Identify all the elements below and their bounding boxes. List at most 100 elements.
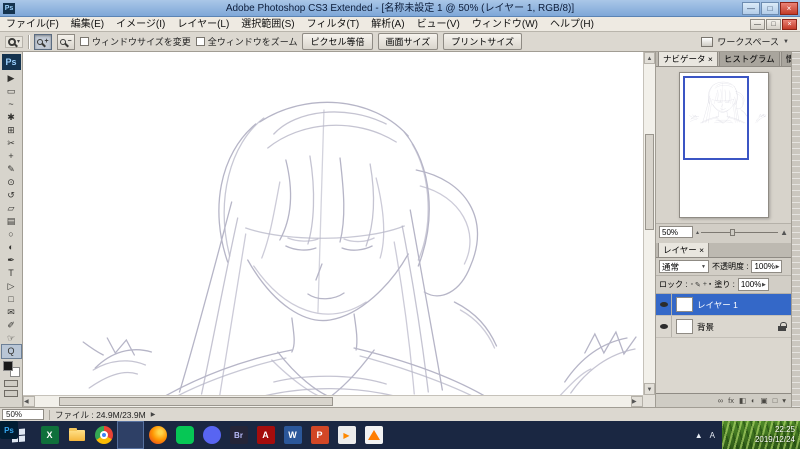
taskbar-excel[interactable]: X (36, 421, 63, 449)
horizontal-scrollbar[interactable]: ◀ ▶ (23, 395, 643, 407)
zoom-tool[interactable]: Q (0, 344, 22, 359)
resize-windows-checkbox[interactable]: ウィンドウサイズを変更 (80, 35, 191, 48)
dock-collapse-strip[interactable] (791, 52, 800, 407)
ime-indicator[interactable]: A (710, 431, 715, 440)
doc-minimize-button[interactable]: — (750, 18, 765, 30)
taskbar-vlc[interactable] (360, 421, 387, 449)
zoom-in-button[interactable]: + (34, 33, 53, 50)
layer-group-icon[interactable]: ▣ (761, 396, 768, 405)
current-tool-dropdown[interactable]: ▾ (5, 35, 24, 48)
scroll-right-arrow[interactable]: ▶ (631, 396, 643, 407)
slider-rail[interactable] (701, 228, 779, 236)
navigator-view-box[interactable] (682, 76, 749, 160)
lock-all-icon[interactable]: ▪ (709, 281, 711, 289)
move-tool[interactable]: ▶ (2, 72, 21, 85)
hand-tool[interactable]: ☞ (2, 332, 21, 345)
menu-select[interactable]: 選択範囲(S) (235, 17, 300, 32)
eyedropper-tool[interactable]: ✐ (2, 319, 21, 332)
navigator-zoom-slider[interactable]: ▴ ▲ (696, 228, 788, 237)
scroll-left-arrow[interactable]: ◀ (23, 396, 35, 407)
layer-name[interactable]: 背景 (697, 321, 778, 333)
workspace-button[interactable]: ワークスペース ▼ (701, 35, 789, 48)
taskbar-discord[interactable] (198, 421, 225, 449)
sketch-drawing[interactable] (23, 52, 643, 395)
menu-view[interactable]: ビュー(V) (411, 17, 466, 32)
close-button[interactable]: × (780, 1, 798, 15)
gradient-tool[interactable]: ▤ (2, 215, 21, 228)
vertical-scroll-thumb[interactable] (645, 134, 654, 230)
visibility-cell[interactable] (656, 294, 672, 315)
horizontal-scroll-track[interactable] (35, 396, 631, 407)
fit-screen-button[interactable]: 画面サイズ (377, 33, 439, 50)
layer-row-layer1[interactable]: レイヤー 1 (656, 294, 791, 316)
layer-thumbnail[interactable] (676, 297, 693, 312)
taskbar-firefox[interactable] (144, 421, 171, 449)
eye-icon[interactable] (659, 302, 668, 307)
type-tool[interactable]: T (2, 267, 21, 280)
zoom-in-large-icon[interactable]: ▲ (780, 228, 788, 237)
navigator-zoom-field[interactable]: 50% (659, 226, 693, 238)
menu-help[interactable]: ヘルプ(H) (544, 17, 600, 32)
tab-layers[interactable]: レイヤー × (658, 243, 710, 257)
link-layers-icon[interactable]: ∞ (718, 396, 723, 405)
foreground-color-swatch[interactable] (2, 361, 13, 371)
menu-filter[interactable]: フィルタ(T) (301, 17, 366, 32)
vertical-scroll-track[interactable] (644, 64, 655, 383)
taskbar-acrobat[interactable]: A (252, 421, 279, 449)
eye-icon[interactable] (659, 324, 668, 329)
blur-tool[interactable]: ○ (2, 228, 21, 241)
vertical-scrollbar[interactable]: ▲ ▼ (643, 52, 655, 395)
taskbar-file-explorer[interactable] (63, 421, 90, 449)
title-bar[interactable]: Ps Adobe Photoshop CS3 Extended - [名称未設定… (0, 0, 800, 17)
actual-pixels-button[interactable]: ピクセル等倍 (302, 33, 373, 50)
layer-thumbnail[interactable] (676, 319, 693, 334)
zoom-out-small-icon[interactable]: ▴ (696, 229, 699, 236)
doc-restore-button[interactable]: □ (766, 18, 781, 30)
show-hidden-icons[interactable]: ▲ (695, 431, 703, 440)
notes-tool[interactable]: ✉ (2, 306, 21, 319)
layer-name[interactable]: レイヤー 1 (697, 299, 791, 311)
taskbar-media-player[interactable]: ▶ (333, 421, 360, 449)
taskbar-chrome[interactable] (90, 421, 117, 449)
clone-stamp-tool[interactable]: ⊙ (2, 176, 21, 189)
navigator-thumbnail[interactable] (678, 72, 769, 218)
history-brush-tool[interactable]: ↺ (2, 189, 21, 202)
menu-file[interactable]: ファイル(F) (0, 17, 65, 32)
shape-tool[interactable]: □ (2, 293, 21, 306)
blend-mode-select[interactable]: 通常 ▼ (659, 260, 709, 273)
healing-brush-tool[interactable]: + (2, 150, 21, 163)
pen-tool[interactable]: ✒ (2, 254, 21, 267)
scroll-down-arrow[interactable]: ▼ (644, 383, 655, 395)
adjustment-layer-icon[interactable]: ◐ (751, 396, 756, 405)
lasso-tool[interactable]: ~ (2, 98, 21, 111)
lock-position-icon[interactable]: + (703, 281, 707, 289)
opacity-field[interactable]: 100% ▶ (751, 260, 783, 273)
taskbar-powerpoint[interactable]: P (306, 421, 333, 449)
brush-tool[interactable]: ✎ (2, 163, 21, 176)
taskbar-photoshop[interactable]: Ps (0, 421, 144, 449)
taskbar-word[interactable]: W (279, 421, 306, 449)
lock-pixels-icon[interactable]: ✎ (695, 281, 701, 289)
menu-layer[interactable]: レイヤー(L) (171, 17, 235, 32)
crop-tool[interactable]: ⊞ (2, 124, 21, 137)
tab-navigator[interactable]: ナビゲータ × (658, 52, 718, 66)
status-expand-arrow[interactable]: ▶ (151, 411, 156, 418)
document-canvas[interactable]: ▲ ▼ ◀ ▶ (23, 52, 655, 407)
dodge-tool[interactable]: ◐ (2, 241, 21, 254)
tab-info[interactable]: 情報 (780, 52, 791, 66)
slice-tool[interactable]: ✂ (2, 137, 21, 150)
zoom-out-button[interactable]: − (57, 33, 76, 50)
maximize-button[interactable]: □ (761, 1, 779, 15)
print-size-button[interactable]: プリントサイズ (443, 33, 522, 50)
menu-analysis[interactable]: 解析(A) (365, 17, 410, 32)
doc-close-button[interactable]: × (782, 18, 797, 30)
new-layer-icon[interactable]: □ (773, 396, 778, 405)
quick-mask-button[interactable] (4, 380, 18, 387)
status-zoom-field[interactable]: 50% (2, 409, 44, 420)
slider-knob[interactable] (730, 228, 736, 236)
tab-histogram[interactable]: ヒストグラム (718, 52, 780, 66)
taskbar-line[interactable] (171, 421, 198, 449)
path-selection-tool[interactable]: ▷ (2, 280, 21, 293)
eraser-tool[interactable]: ▱ (2, 202, 21, 215)
zoom-all-windows-checkbox[interactable]: 全ウィンドウをズーム (195, 35, 297, 48)
